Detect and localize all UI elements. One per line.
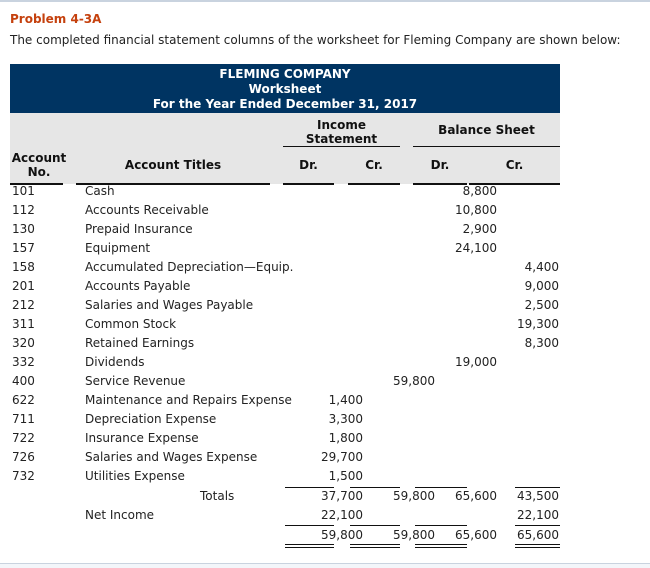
cell-title: Prepaid Insurance	[85, 222, 193, 236]
worksheet-period: For the Year Ended December 31, 2017	[152, 97, 418, 111]
cell-no: 201	[12, 279, 35, 293]
cell-title: Equipment	[85, 241, 151, 255]
bottom-border	[0, 563, 650, 568]
double-rule	[285, 544, 334, 548]
is-cr-header: Cr.	[365, 158, 383, 172]
account-no-line2: No.	[27, 165, 51, 179]
cell-title: Salaries and Wages Expense	[85, 450, 258, 464]
cell-no: 101	[12, 184, 35, 198]
cell-bs-dr: 24,100	[455, 241, 497, 255]
cell-no: 158	[12, 260, 35, 274]
cell-bs-dr: 19,000	[455, 355, 497, 369]
cell-no: 320	[12, 336, 35, 350]
worksheet-header: FLEMING COMPANY Worksheet For the Year E…	[10, 64, 560, 113]
cell-no: 400	[12, 374, 35, 388]
net-income-label: Net Income	[85, 508, 155, 522]
cell-title: Salaries and Wages Payable	[85, 298, 254, 312]
table-row: 726 Salaries and Wages Expense 29,700	[0, 448, 650, 467]
cell-is-dr: 3,300	[328, 412, 363, 426]
cell-bs-cr: 2,500	[524, 298, 559, 312]
income-statement-header: Income Statement	[283, 118, 400, 146]
cell-title: Accounts Payable	[85, 279, 191, 293]
double-rule	[415, 544, 467, 548]
table-row: 212 Salaries and Wages Payable 2,500	[0, 296, 650, 315]
cell-no: 732	[12, 469, 35, 483]
income-statement-line1: Income	[316, 118, 366, 132]
table-row: 722 Insurance Expense 1,800	[0, 429, 650, 448]
cell-is-cr: 59,800	[393, 374, 435, 388]
totals-bs-cr: 43,500	[517, 489, 559, 503]
cell-is-dr: 1,400	[328, 393, 363, 407]
table-row: 320 Retained Earnings 8,300	[0, 334, 650, 353]
cell-title: Depreciation Expense	[85, 412, 217, 426]
income-statement-rule	[283, 146, 400, 147]
account-titles-header: Account Titles	[124, 158, 222, 172]
table-row: 157 Equipment 24,100	[0, 239, 650, 258]
table-row: 101 Cash 8,800	[0, 182, 650, 201]
intro-text: The completed financial statement column…	[10, 33, 621, 47]
cell-no: 311	[12, 317, 35, 331]
cell-no: 622	[12, 393, 35, 407]
cell-is-dr: 29,700	[321, 450, 363, 464]
table-row: 311 Common Stock 19,300	[0, 315, 650, 334]
cell-is-dr: 1,500	[328, 469, 363, 483]
cell-title: Accumulated Depreciation—Equip.	[85, 260, 294, 274]
totals-row: Totals 37,700 59,800 65,600 43,500	[0, 487, 650, 506]
balance-sheet-header: Balance Sheet	[438, 123, 535, 137]
cell-title: Maintenance and Repairs Expense	[85, 393, 292, 407]
table-row: 711 Depreciation Expense 3,300	[0, 410, 650, 429]
cell-no: 722	[12, 431, 35, 445]
double-rule	[515, 544, 560, 548]
top-border	[0, 0, 650, 2]
net-income-row: Net Income 22,100 22,100	[0, 506, 650, 525]
cell-no: 157	[12, 241, 35, 255]
net-income-is-dr: 22,100	[321, 508, 363, 522]
double-rule	[350, 544, 400, 548]
cell-bs-cr: 19,300	[517, 317, 559, 331]
grand-bs-cr: 65,600	[517, 528, 559, 542]
cell-no: 332	[12, 355, 35, 369]
totals-label: Totals	[200, 489, 235, 503]
table-row: 622 Maintenance and Repairs Expense 1,400	[0, 391, 650, 410]
cell-title: Service Revenue	[85, 374, 186, 388]
net-income-bs-cr: 22,100	[517, 508, 559, 522]
cell-title: Utilities Expense	[85, 469, 185, 483]
cell-no: 711	[12, 412, 35, 426]
cell-bs-dr: 8,800	[462, 184, 497, 198]
worksheet-title: Worksheet	[248, 82, 322, 96]
cell-no: 130	[12, 222, 35, 236]
cell-bs-cr: 9,000	[524, 279, 559, 293]
problem-title: Problem 4-3A	[10, 12, 102, 26]
table-row: 732 Utilities Expense 1,500	[0, 467, 650, 486]
account-no-header: Account No.	[10, 151, 68, 179]
table-row: 201 Accounts Payable 9,000	[0, 277, 650, 296]
cell-bs-cr: 4,400	[524, 260, 559, 274]
cell-title: Insurance Expense	[85, 431, 199, 445]
balance-sheet-rule	[413, 146, 560, 147]
table-row: 400 Service Revenue 59,800	[0, 372, 650, 391]
cell-title: Accounts Receivable	[85, 203, 209, 217]
table-row: 158 Accumulated Depreciation—Equip. 4,400	[0, 258, 650, 277]
cell-no: 212	[12, 298, 35, 312]
bs-dr-header: Dr.	[430, 158, 450, 172]
is-dr-header: Dr.	[299, 158, 318, 172]
grand-totals-row: 59,800 59,800 65,600 65,600	[0, 526, 650, 545]
cell-bs-dr: 2,900	[462, 222, 497, 236]
account-no-line1: Account	[11, 151, 67, 165]
table-row: 130 Prepaid Insurance 2,900	[0, 220, 650, 239]
cell-is-dr: 1,800	[328, 431, 363, 445]
cell-no: 726	[12, 450, 35, 464]
cell-title: Cash	[85, 184, 115, 198]
company-name: FLEMING COMPANY	[219, 67, 351, 81]
cell-no: 112	[12, 203, 35, 217]
cell-title: Common Stock	[85, 317, 177, 331]
cell-bs-dr: 10,800	[455, 203, 497, 217]
table-row: 112 Accounts Receivable 10,800	[0, 201, 650, 220]
cell-title: Dividends	[85, 355, 145, 369]
table-row: 332 Dividends 19,000	[0, 353, 650, 372]
cell-title: Retained Earnings	[85, 336, 195, 350]
bs-cr-header: Cr.	[505, 158, 524, 172]
cell-bs-cr: 8,300	[524, 336, 559, 350]
income-statement-line2: Statement	[305, 132, 378, 146]
